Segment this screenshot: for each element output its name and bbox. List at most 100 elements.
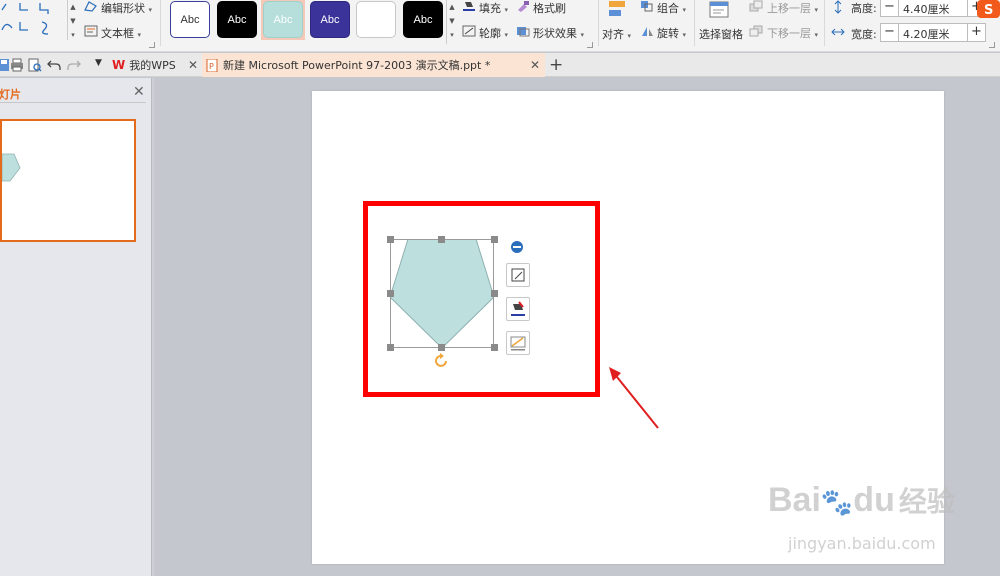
outline-label: 轮廓 bbox=[479, 27, 501, 40]
thumbnail-pentagon bbox=[2, 153, 21, 182]
send-backward-button[interactable]: 下移一层 ▾ bbox=[767, 25, 818, 41]
fill-button[interactable]: 填充 ▾ bbox=[479, 0, 508, 16]
sogou-ime-icon[interactable]: S bbox=[977, 0, 1000, 21]
redo-icon[interactable] bbox=[67, 58, 81, 72]
format-painter-icon bbox=[516, 0, 530, 15]
shape-fill-button[interactable] bbox=[506, 297, 530, 321]
quick-style-label: Abc bbox=[227, 13, 247, 26]
bring-forward-label: 上移一层 bbox=[767, 2, 811, 15]
style-group-launcher[interactable] bbox=[587, 42, 593, 48]
quick-style-2[interactable]: Abc bbox=[217, 1, 257, 38]
shapes-gallery-scroll[interactable]: ▲ ▼ ▾ bbox=[67, 0, 78, 40]
height-decrease-button[interactable]: − bbox=[881, 0, 899, 16]
quick-style-label: Abc bbox=[273, 13, 293, 26]
edit-shape-button[interactable]: 编辑形状 ▾ bbox=[101, 0, 152, 16]
new-tab-button[interactable]: + bbox=[549, 53, 563, 77]
shape-effects-button[interactable]: 形状效果 ▾ bbox=[533, 25, 584, 41]
scroll-up-icon[interactable]: ▲ bbox=[68, 0, 78, 14]
tab-my-wps-label: 我的WPS bbox=[129, 59, 176, 72]
resize-handle-left[interactable] bbox=[387, 290, 394, 297]
watermark-brand-cn: 经验 bbox=[898, 485, 955, 518]
size-group-launcher[interactable] bbox=[989, 42, 995, 48]
shape-outline-button[interactable] bbox=[506, 331, 530, 355]
rotate-label: 旋转 bbox=[657, 27, 679, 40]
wps-logo-icon: W bbox=[112, 58, 126, 72]
separator bbox=[598, 0, 599, 46]
connector-shapes-gallery[interactable] bbox=[0, 0, 64, 40]
height-label: 高度: bbox=[851, 2, 877, 15]
styles-gallery-scroll[interactable]: ▲ ▼ ▾ bbox=[446, 0, 457, 44]
tab-my-wps[interactable]: W 我的WPS ✕ bbox=[112, 53, 202, 77]
text-box-button[interactable]: 文本框 ▾ bbox=[101, 25, 141, 41]
quick-style-6[interactable]: Abc bbox=[403, 1, 443, 38]
panel-title: 幻灯片 bbox=[0, 88, 21, 101]
scroll-down-icon[interactable]: ▼ bbox=[68, 14, 78, 28]
width-label: 宽度: bbox=[851, 28, 877, 41]
resize-handle-top-right[interactable] bbox=[491, 236, 498, 243]
customize-toolbar-icon[interactable]: ▼ bbox=[95, 58, 109, 72]
resize-handle-top-left[interactable] bbox=[387, 236, 394, 243]
resize-handle-bottom[interactable] bbox=[438, 344, 445, 351]
align-button[interactable]: 对齐 ▾ bbox=[602, 26, 631, 42]
collapse-icon[interactable] bbox=[510, 240, 524, 257]
watermark-url: jingyan.baidu.com bbox=[788, 534, 936, 553]
scroll-up-icon[interactable]: ▲ bbox=[447, 0, 457, 14]
baidu-watermark: Bai🐾du 经验 bbox=[768, 480, 955, 520]
scroll-down-icon[interactable]: ▼ bbox=[447, 14, 457, 28]
tab-document-label: 新建 Microsoft PowerPoint 97-2003 演示文稿.ppt… bbox=[223, 59, 491, 72]
format-painter-button[interactable]: 格式刷 bbox=[533, 0, 566, 16]
group-label: 组合 bbox=[657, 2, 679, 15]
annotation-arrow bbox=[609, 367, 659, 429]
close-icon[interactable]: ✕ bbox=[188, 58, 198, 72]
resize-handle-top[interactable] bbox=[438, 236, 445, 243]
print-preview-icon[interactable] bbox=[28, 58, 42, 72]
expand-icon[interactable]: ▾ bbox=[68, 28, 78, 42]
tab-document[interactable]: P 新建 Microsoft PowerPoint 97-2003 演示文稿.p… bbox=[202, 53, 545, 77]
undo-icon[interactable] bbox=[47, 58, 61, 72]
svg-text:S: S bbox=[984, 3, 993, 18]
resize-handle-bottom-left[interactable] bbox=[387, 344, 394, 351]
quick-style-3[interactable]: Abc bbox=[263, 1, 303, 38]
quick-style-5[interactable] bbox=[356, 1, 396, 38]
ppt-file-icon: P bbox=[206, 58, 218, 73]
width-value: 4.20厘米 bbox=[903, 28, 950, 41]
insert-group-launcher[interactable] bbox=[149, 42, 155, 48]
panel-splitter[interactable] bbox=[152, 78, 154, 576]
width-input[interactable]: − 4.20厘米 + bbox=[880, 23, 986, 42]
group-button[interactable]: 组合 ▾ bbox=[657, 0, 686, 16]
print-icon[interactable] bbox=[10, 58, 24, 72]
selection-frame bbox=[390, 239, 494, 348]
rotate-handle-icon[interactable] bbox=[434, 353, 450, 372]
edit-shape-icon bbox=[84, 0, 98, 15]
selection-pane-button[interactable]: 选择窗格 bbox=[699, 26, 743, 42]
text-box-label: 文本框 bbox=[101, 27, 134, 40]
group-icon bbox=[640, 0, 654, 15]
width-decrease-button[interactable]: − bbox=[881, 24, 899, 41]
quick-style-label: Abc bbox=[413, 13, 433, 26]
rotate-button[interactable]: 旋转 ▾ bbox=[657, 25, 686, 41]
bring-forward-button[interactable]: 上移一层 ▾ bbox=[767, 0, 818, 16]
outline-button[interactable]: 轮廓 ▾ bbox=[479, 25, 508, 41]
shape-style-button[interactable] bbox=[506, 263, 530, 287]
tab-bar: ▼ W 我的WPS ✕ P 新建 Microsoft PowerPoint 97… bbox=[0, 53, 1000, 77]
text-box-icon bbox=[84, 25, 98, 40]
send-backward-label: 下移一层 bbox=[767, 27, 811, 40]
quick-style-label: Abc bbox=[180, 13, 200, 26]
slide-thumbnail[interactable] bbox=[0, 119, 136, 242]
close-icon[interactable]: ✕ bbox=[133, 84, 145, 100]
close-icon[interactable]: ✕ bbox=[530, 58, 540, 72]
width-increase-button[interactable]: + bbox=[967, 24, 985, 41]
resize-handle-right[interactable] bbox=[491, 290, 498, 297]
ribbon-toolbar: ▲ ▼ ▾ 编辑形状 ▾ 文本框 ▾ Abc Abc Abc Abc Abc ▲… bbox=[0, 0, 1000, 52]
slides-panel: 幻灯片 ✕ bbox=[0, 78, 152, 576]
expand-icon[interactable]: ▾ bbox=[447, 28, 457, 42]
align-icon bbox=[607, 0, 629, 21]
quick-style-1[interactable]: Abc bbox=[170, 1, 210, 38]
height-input[interactable]: − 4.40厘米 + bbox=[880, 0, 986, 17]
shape-effects-label: 形状效果 bbox=[533, 27, 577, 40]
separator bbox=[160, 0, 161, 46]
quick-style-4[interactable]: Abc bbox=[310, 1, 350, 38]
quick-style-label: Abc bbox=[320, 13, 340, 26]
resize-handle-bottom-right[interactable] bbox=[491, 344, 498, 351]
selection-pane-icon bbox=[708, 0, 732, 23]
